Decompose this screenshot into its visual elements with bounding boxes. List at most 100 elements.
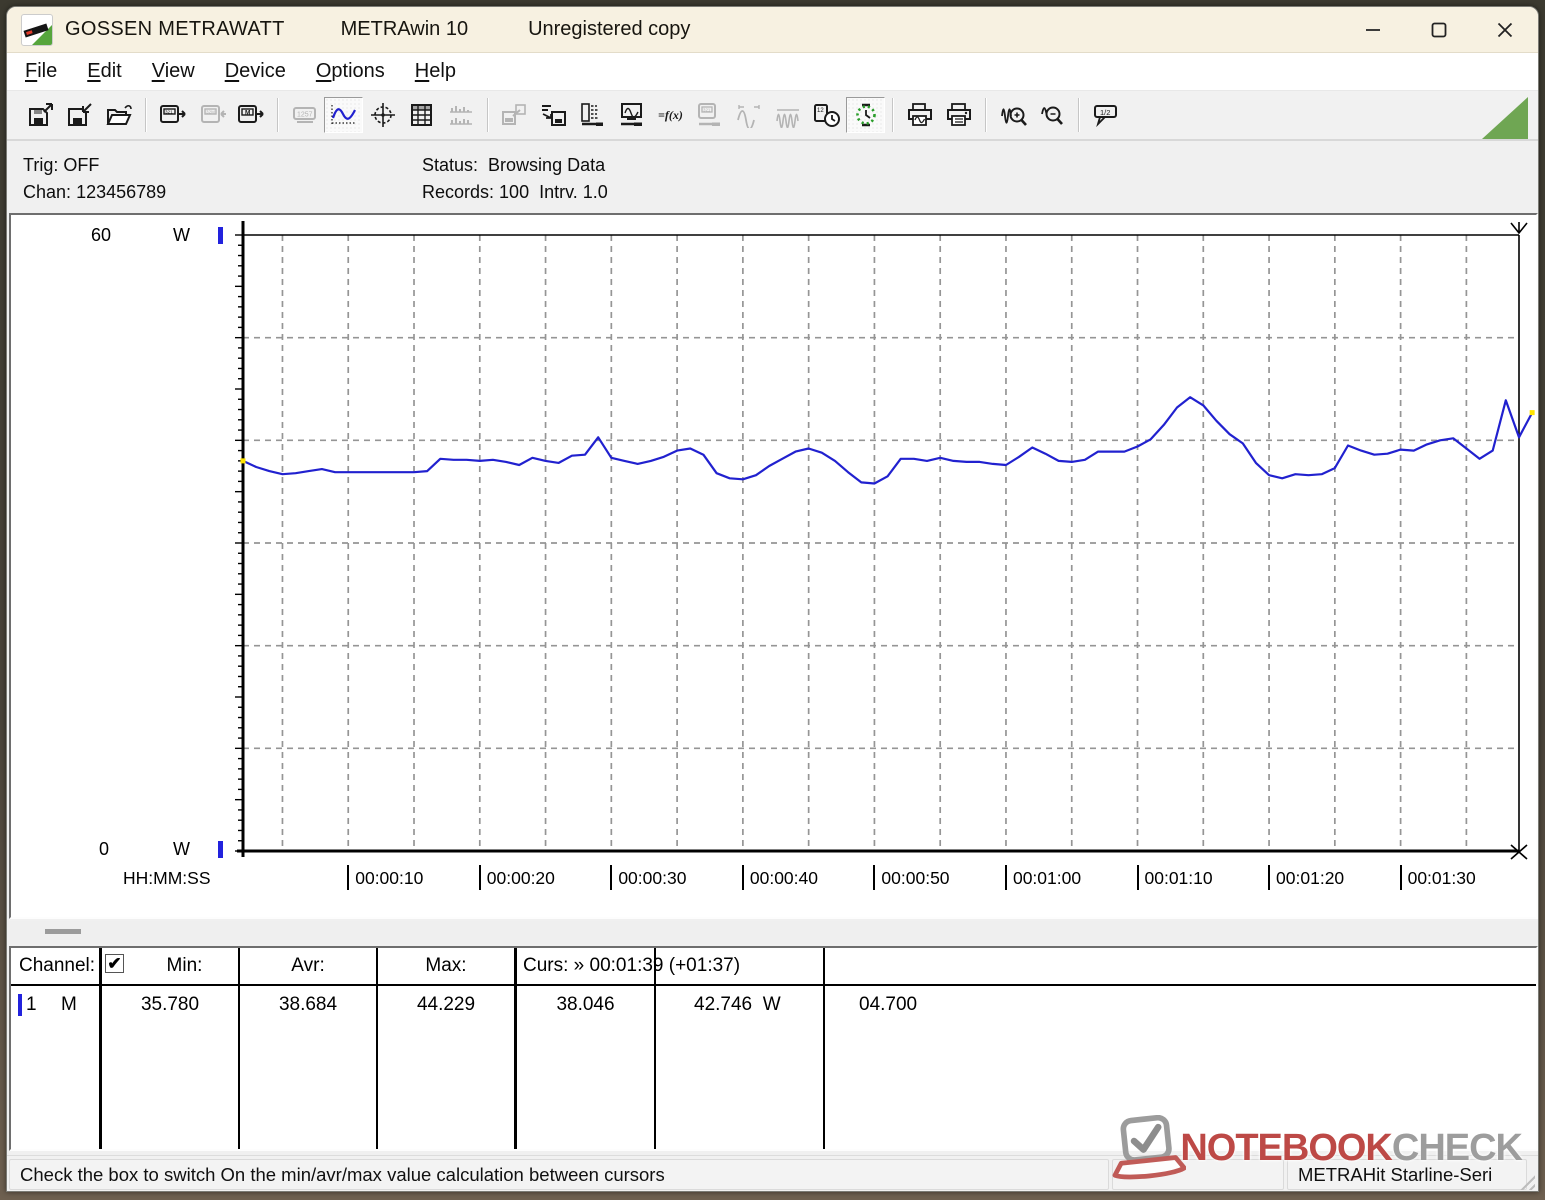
status-readout: Status: Browsing Data [422,155,605,176]
y-axis-max-label: 60 [91,225,112,245]
maximize-button[interactable] [1406,7,1472,52]
timer-clock-button[interactable] [807,97,846,133]
status-device: METRAHit Starline-Seri [1287,1159,1527,1190]
histogram-icon [447,102,475,128]
menu-item-view[interactable]: View [140,56,207,87]
close-button[interactable] [1472,7,1538,52]
zoom-in-wave-icon [999,102,1027,128]
chan-value: 123456789 [76,182,167,202]
zoom-in-wave-button[interactable] [993,97,1032,133]
timer-clock-icon [813,102,841,128]
cell-avr: 38.684 [278,994,338,1015]
menu-item-file[interactable]: File [13,56,69,87]
histogram-button[interactable] [441,97,480,133]
wave-single-button[interactable] [729,97,768,133]
toolbar-separator [487,98,488,132]
device-read-button[interactable] [153,97,192,133]
device-write-button[interactable] [192,97,231,133]
plot-svg[interactable] [11,215,1536,917]
menu-item-help[interactable]: Help [403,56,468,87]
maximize-icon [1431,22,1447,37]
live-record-button[interactable] [846,97,885,133]
menu-bar: File Edit View Device Options Help [7,53,1538,91]
monitor-setup-button[interactable] [612,97,651,133]
save-in-button[interactable] [60,97,99,133]
import-file-button[interactable] [534,97,573,133]
toolbar [7,91,1538,141]
device-write-icon [198,102,226,128]
stats-table: Channel: ✔ Min: Avr: Max: Curs: » 00:01:… [9,946,1538,1151]
x-tick-label: 00:00:20 [486,868,555,888]
app-icon [21,13,53,46]
x-tick-label: 00:01:30 [1407,868,1476,888]
x-tick-mark [1136,865,1139,890]
curve-chart-button[interactable] [324,97,363,133]
y-axis-min-label: 0 [99,839,110,859]
col-header-min: Min: [166,955,203,976]
close-icon [1497,22,1513,37]
col-header-max: Max: [425,955,467,976]
print-preview-icon [906,102,934,128]
zoom-out-wave-button[interactable] [1032,97,1071,133]
col-header-avr: Avr: [291,955,325,976]
device-config-icon [696,102,724,128]
monitor-setup-icon [618,102,646,128]
status-value: Browsing Data [488,155,606,175]
toolbar-separator [277,98,278,132]
trig-value: OFF [63,155,100,175]
col-header-channel: Channel: [19,955,96,976]
print-button[interactable] [939,97,978,133]
splitter[interactable] [9,921,1538,944]
data-table-icon [408,102,436,128]
minmax-checkbox[interactable]: ✔ [105,954,124,973]
status-spacer [1112,1159,1284,1190]
save-out-button[interactable] [21,97,60,133]
open-folder-button[interactable] [99,97,138,133]
table-divider [654,948,656,1149]
hint-bubble-button[interactable] [1086,97,1125,133]
numeric-display-button[interactable] [285,97,324,133]
x-tick-label: 00:00:50 [881,868,950,888]
splitter-handle[interactable] [45,929,81,934]
y-axis-unit-bottom: W [173,839,190,859]
menu-item-edit[interactable]: Edit [75,56,133,87]
toolbar-separator [1078,98,1079,132]
minimize-button[interactable] [1340,7,1406,52]
menu-item-device[interactable]: Device [213,56,298,87]
x-tick-label: 00:01:00 [1012,868,1082,888]
toolbar-separator [985,98,986,132]
cell-cursor-a: 38.046 [556,994,615,1015]
menu-item-options[interactable]: Options [304,56,397,87]
wave-multi-button[interactable] [768,97,807,133]
export-file-button[interactable] [495,97,534,133]
print-preview-button[interactable] [900,97,939,133]
cell-min: 35.780 [140,994,200,1015]
channel-setup-icon [579,102,607,128]
x-tick-mark [1004,865,1007,890]
xy-crosshair-icon [369,102,397,128]
device-config-button[interactable] [690,97,729,133]
channel-marker-bottom [218,841,223,858]
formula-fx-button[interactable] [651,97,690,133]
x-axis-format-label: HH:MM:SS [123,868,211,888]
cell-cursor-b: 42.746 W [694,994,781,1016]
x-tick-mark [1268,865,1271,890]
window-controls [1340,7,1538,52]
chart-panel[interactable]: 60 W 0 W HH:MM:SS 00:00:10 00:00:20 00:00:… [9,213,1538,919]
cursor-b-value: 42.746 [694,994,753,1015]
wave-multi-icon [774,102,802,128]
data-table-button[interactable] [402,97,441,133]
xy-crosshair-button[interactable] [363,97,402,133]
save-in-icon [66,102,94,128]
device-memory-button[interactable] [231,97,270,133]
x-tick-label: 00:01:20 [1276,868,1345,888]
table-header-rule [11,984,1536,986]
info-strip: Trig: OFF Chan: 123456789 Status: Browsi… [7,141,1538,213]
checkmark-icon: ✔ [107,953,122,973]
minimize-icon [1366,28,1380,31]
save-out-icon [27,102,55,128]
corner-triangle-indicator [1482,97,1528,139]
records-value: 100 [499,182,530,202]
numeric-display-icon [291,102,319,128]
channel-setup-button[interactable] [573,97,612,133]
